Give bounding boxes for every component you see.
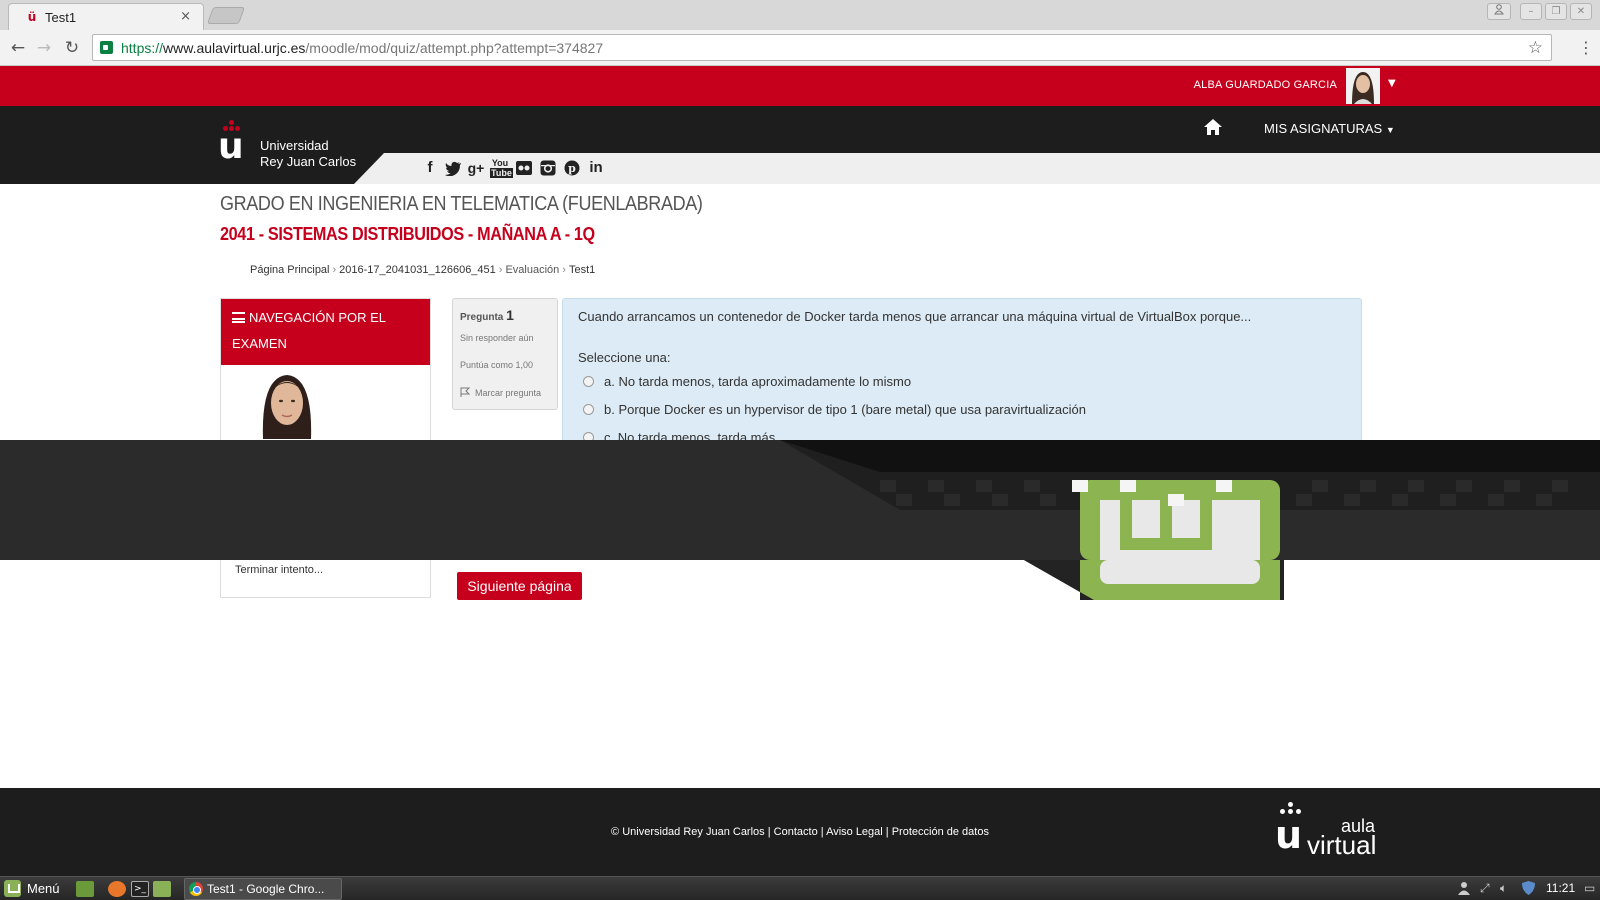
- restore-icon[interactable]: ❐: [1545, 3, 1567, 20]
- start-menu-button[interactable]: Menú: [4, 880, 60, 897]
- breadcrumb: Página Principal › 2016-17_2041031_126606_…: [250, 264, 595, 276]
- youtube-icon[interactable]: You Tube: [490, 158, 513, 178]
- mint-logo-icon: [4, 880, 21, 897]
- breadcrumb-separator-icon: ›: [562, 264, 566, 276]
- back-icon[interactable]: ←: [6, 36, 30, 60]
- files-icon[interactable]: [153, 881, 171, 897]
- reload-icon[interactable]: ↻: [60, 36, 84, 60]
- radio-button[interactable]: [583, 376, 594, 387]
- window-close-icon[interactable]: ✕: [1570, 3, 1592, 20]
- answer-prompt: Seleccione una:: [578, 350, 671, 365]
- flag-question-link[interactable]: Marcar pregunta: [460, 387, 541, 398]
- footer-link-aviso-legal[interactable]: Aviso Legal: [826, 826, 883, 838]
- show-desktop-icon[interactable]: [76, 881, 94, 897]
- browser-menu-icon[interactable]: ⋮: [1578, 38, 1594, 57]
- footer-copyright: © Universidad Rey Juan Carlos: [611, 826, 765, 838]
- student-photo: [251, 369, 323, 439]
- question-number: Pregunta 1: [460, 307, 514, 323]
- google-plus-icon[interactable]: g+: [466, 158, 486, 178]
- show-windows-icon[interactable]: ▭: [1584, 881, 1595, 895]
- question-stem: Cuando arrancamos un contenedor de Docke…: [578, 309, 1252, 324]
- answer-option-a[interactable]: a. No tarda menos, tarda aproximadamente…: [583, 374, 911, 389]
- breadcrumb-section[interactable]: Evaluación: [505, 264, 559, 276]
- user-menu-caret-icon[interactable]: ▼: [1388, 78, 1396, 89]
- quiz-navigation-block-bottom: Terminar intento...: [220, 560, 431, 598]
- question-text-box: Cuando arrancamos un contenedor de Docke…: [562, 298, 1362, 448]
- logo-u-glyph: u: [1275, 813, 1303, 857]
- course-title: GRADO EN INGENIERIA EN TELEMATICA (FUENL…: [220, 193, 703, 215]
- render-glitch-overlay: [0, 440, 1600, 560]
- browser-tabbar: ü Test1 × – ❐ ✕: [0, 0, 1600, 30]
- breadcrumb-separator-icon: ›: [498, 264, 503, 276]
- site-header: u Universidad Rey Juan Carlos MIS ASIGNA…: [0, 106, 1600, 184]
- logo-text: Universidad Rey Juan Carlos: [260, 138, 357, 169]
- logo-virtual-text: virtual: [1307, 830, 1377, 860]
- profile-icon[interactable]: [1487, 3, 1511, 20]
- facebook-icon[interactable]: f: [420, 158, 440, 178]
- tab-close-icon[interactable]: ×: [180, 9, 191, 24]
- instagram-icon[interactable]: [538, 158, 558, 178]
- breadcrumb-course[interactable]: 2016-17_2041031_126606_451: [339, 264, 496, 276]
- quiz-navigation-heading: NAVEGACIÓN POR EL EXAMEN: [221, 299, 430, 365]
- forward-icon[interactable]: →: [32, 36, 56, 60]
- user-name[interactable]: ALBA GUARDADO GARCIA: [1194, 79, 1337, 91]
- bookmark-star-icon[interactable]: ☆: [1528, 38, 1543, 58]
- logo-u-glyph: u: [218, 126, 244, 167]
- breadcrumb-home[interactable]: Página Principal: [250, 264, 330, 276]
- flag-icon: [460, 387, 471, 397]
- radio-button[interactable]: [583, 404, 594, 415]
- home-icon[interactable]: [1203, 118, 1223, 136]
- chrome-icon: [189, 882, 203, 896]
- site-footer: © Universidad Rey Juan Carlos | Contacto…: [0, 788, 1600, 876]
- browser-tab[interactable]: ü Test1 ×: [8, 3, 204, 30]
- next-page-button[interactable]: Siguiente página: [457, 572, 582, 600]
- aula-virtual-logo: u aula virtual: [1275, 802, 1395, 862]
- question-info: Pregunta 1 Sin responder aún Puntúa como…: [452, 298, 558, 410]
- mis-asignaturas-menu[interactable]: MIS ASIGNATURAS ▼: [1264, 121, 1395, 136]
- svg-text:p: p: [568, 162, 576, 175]
- os-taskbar: Menú >_ Test1 - Google Chro... ⤢ 🔈︎ 11:2…: [0, 876, 1600, 900]
- clock: 11:21: [1546, 881, 1576, 895]
- answer-option-b[interactable]: b. Porque Docker es un hypervisor de tip…: [583, 402, 1086, 417]
- network-icon[interactable]: ⤢: [1480, 881, 1490, 896]
- flickr-icon[interactable]: [514, 158, 534, 178]
- new-tab-button[interactable]: [206, 7, 246, 24]
- address-bar[interactable]: https://www.aulavirtual.urjc.es/moodle/m…: [92, 34, 1552, 61]
- secure-lock-icon: [100, 41, 113, 54]
- linkedin-icon[interactable]: in: [586, 158, 606, 178]
- pinterest-icon[interactable]: p: [562, 158, 582, 178]
- footer-link-proteccion-datos[interactable]: Protección de datos: [892, 826, 989, 838]
- twitter-icon[interactable]: [443, 158, 463, 178]
- terminal-icon[interactable]: >_: [131, 881, 149, 897]
- shield-icon[interactable]: [1522, 881, 1535, 898]
- url-text: https://www.aulavirtual.urjc.es/moodle/m…: [121, 40, 604, 56]
- finish-attempt-link[interactable]: Terminar intento...: [235, 564, 323, 576]
- hamburger-icon[interactable]: [232, 312, 245, 323]
- volume-icon[interactable]: 🔈︎: [1500, 881, 1507, 896]
- render-glitch-corner: [1024, 560, 1284, 600]
- tab-title: Test1: [45, 10, 77, 25]
- user-avatar[interactable]: [1346, 68, 1380, 104]
- course-subtitle: 2041 - SISTEMAS DISTRIBUIDOS - MAÑANA A …: [220, 224, 595, 244]
- browser-toolbar: ← → ↻ https://www.aulavirtual.urjc.es/mo…: [0, 30, 1600, 66]
- firefox-icon[interactable]: [108, 881, 126, 897]
- breadcrumb-current[interactable]: Test1: [569, 264, 595, 276]
- question-status: Sin responder aún: [460, 333, 534, 343]
- breadcrumb-separator-icon: ›: [332, 264, 337, 276]
- user-bar: ALBA GUARDADO GARCIA ▼: [0, 66, 1600, 106]
- caret-down-icon: ▼: [1385, 125, 1395, 135]
- minimize-icon[interactable]: –: [1520, 3, 1542, 20]
- question-score: Puntúa como 1,00: [460, 360, 534, 370]
- taskbar-window-chrome[interactable]: Test1 - Google Chro...: [184, 878, 342, 900]
- urjc-favicon-icon: ü: [27, 10, 37, 24]
- user-tray-icon[interactable]: [1458, 881, 1470, 898]
- footer-link-contacto[interactable]: Contacto: [774, 826, 818, 838]
